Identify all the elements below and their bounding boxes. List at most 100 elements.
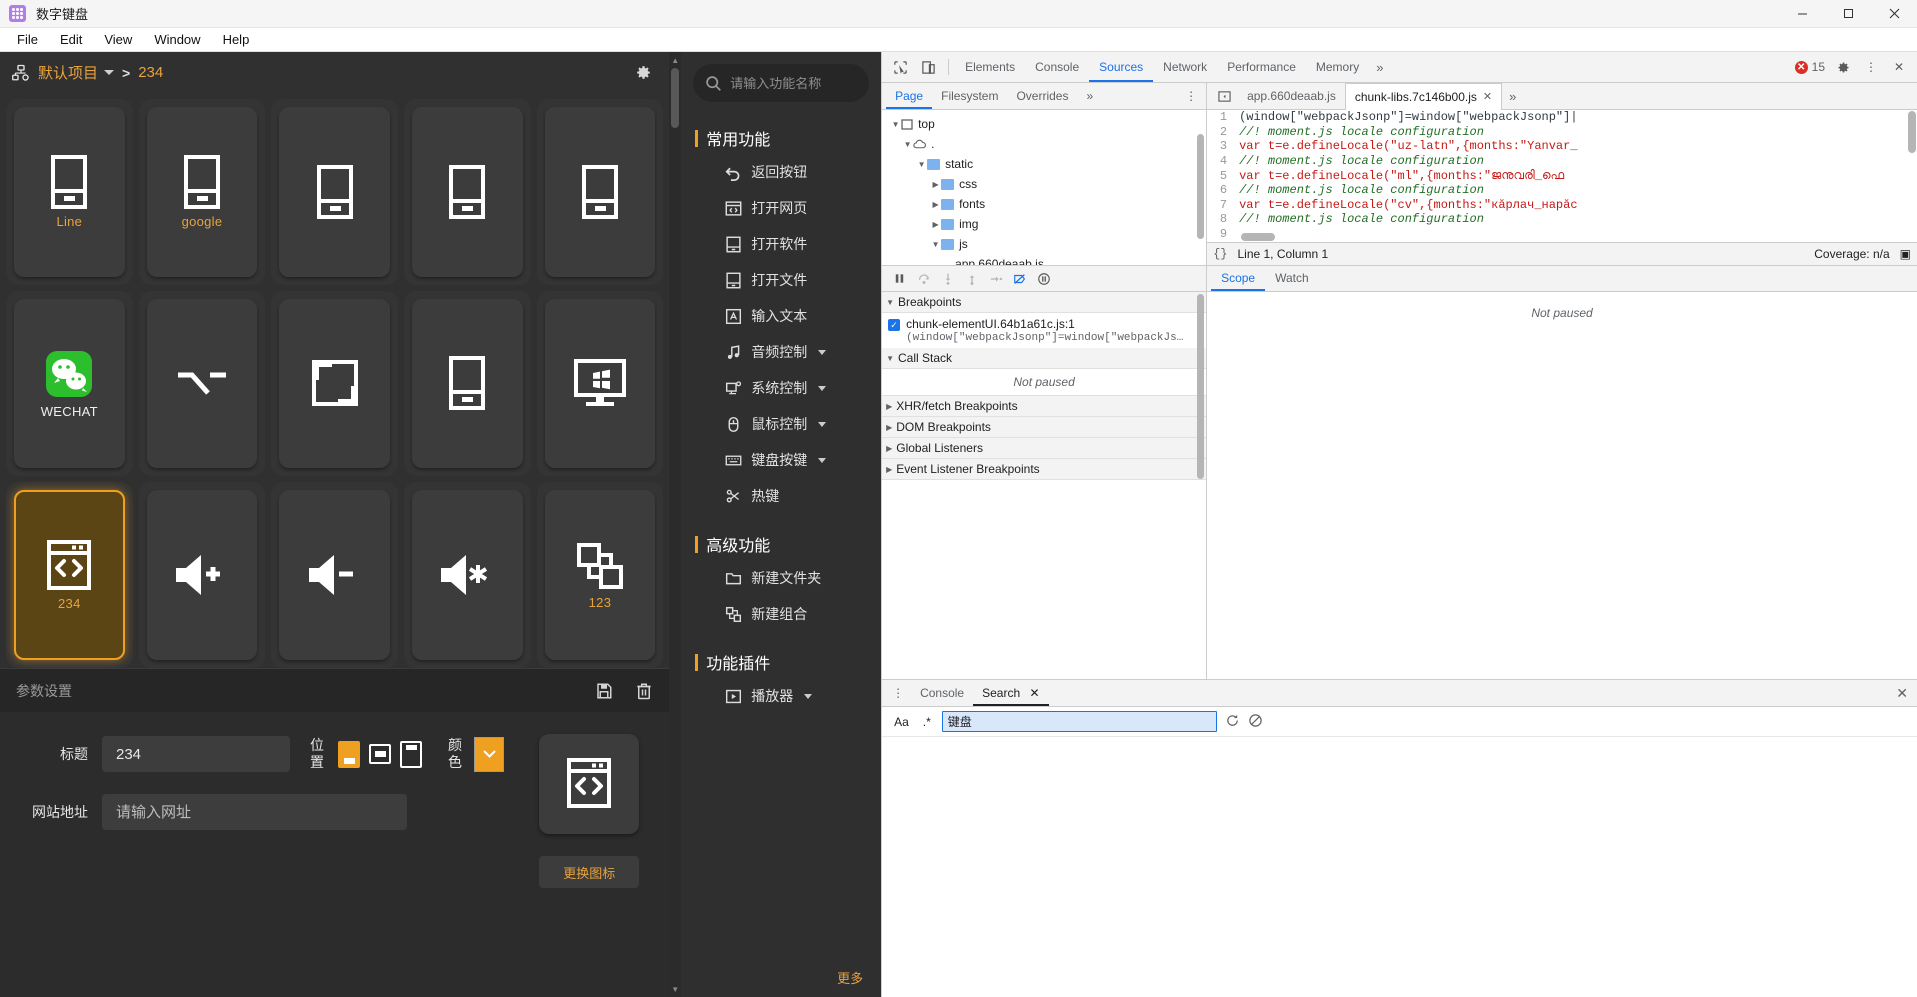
- scroll-down-arrow[interactable]: ▼: [671, 985, 679, 994]
- fn-keyboard-keys[interactable]: 键盘按键: [681, 442, 881, 478]
- fn-new-folder[interactable]: 新建文件夹: [681, 560, 881, 596]
- step-over-icon[interactable]: [913, 268, 934, 289]
- menu-help[interactable]: Help: [212, 29, 261, 51]
- title-input[interactable]: [102, 736, 290, 772]
- tree-node-static[interactable]: ▼ static: [882, 154, 1206, 174]
- expand-statusbar-icon[interactable]: ▣: [1900, 247, 1911, 261]
- key-volume-mute[interactable]: [411, 490, 523, 660]
- source-tab-app[interactable]: app.660deaab.js: [1238, 83, 1345, 109]
- tree-node-css[interactable]: ▶ css: [882, 174, 1206, 194]
- section-xhr-breakpoints[interactable]: ▶ XHR/fetch Breakpoints: [882, 396, 1207, 417]
- pause-on-exceptions-icon[interactable]: [1033, 268, 1054, 289]
- tab-memory[interactable]: Memory: [1306, 52, 1369, 82]
- color-swatch-button[interactable]: [474, 736, 504, 772]
- maximize-button[interactable]: [1825, 0, 1871, 28]
- subtabs-overflow-icon[interactable]: »: [1077, 83, 1102, 109]
- gear-icon[interactable]: [1829, 54, 1857, 80]
- chevron-down-icon[interactable]: [818, 421, 827, 427]
- position-option-middle[interactable]: [369, 744, 391, 764]
- close-icon[interactable]: ✕: [1029, 686, 1039, 700]
- code-vertical-scrollbar[interactable]: [1908, 111, 1916, 153]
- tree-arrow-icon[interactable]: ▼: [930, 240, 941, 249]
- fn-new-combination[interactable]: 新建组合: [681, 596, 881, 632]
- trash-icon[interactable]: [635, 682, 653, 700]
- key-resize-window[interactable]: [279, 298, 390, 469]
- tree-node-img[interactable]: ▶ img: [882, 214, 1206, 234]
- more-link[interactable]: 更多: [837, 968, 863, 987]
- fn-audio-control[interactable]: 音频控制: [681, 334, 881, 370]
- key-234-selected[interactable]: 234: [14, 490, 125, 660]
- tree-arrow-icon[interactable]: ▼: [890, 120, 901, 129]
- search-box[interactable]: [693, 64, 870, 102]
- match-case-toggle[interactable]: Aa: [891, 714, 912, 730]
- close-button[interactable]: [1871, 0, 1917, 28]
- gear-icon[interactable]: [634, 63, 653, 82]
- kebab-icon[interactable]: ⋮: [1857, 54, 1885, 80]
- inspect-icon[interactable]: [886, 54, 914, 80]
- navigator-kebab-icon[interactable]: ⋮: [1176, 83, 1206, 109]
- key-wechat[interactable]: WECHAT: [14, 298, 125, 469]
- tab-sources[interactable]: Sources: [1089, 52, 1154, 82]
- subtab-page[interactable]: Page: [886, 83, 933, 109]
- chevron-down-icon[interactable]: [818, 385, 827, 391]
- tab-elements[interactable]: Elements: [955, 52, 1025, 82]
- step-out-icon[interactable]: [961, 268, 982, 289]
- tree-node-origin[interactable]: ▼ .: [882, 134, 1206, 154]
- fn-back-button[interactable]: 返回按钮: [681, 154, 881, 190]
- subtab-overrides[interactable]: Overrides: [1007, 83, 1077, 109]
- scroll-up-arrow[interactable]: ▲: [671, 56, 679, 65]
- refresh-icon[interactable]: [1225, 713, 1240, 731]
- section-global-listeners[interactable]: ▶ Global Listeners: [882, 438, 1207, 459]
- fn-system-control[interactable]: 系统控制: [681, 370, 881, 406]
- drawer-tab-search[interactable]: Search ✕: [973, 680, 1049, 706]
- key-line[interactable]: Line: [14, 107, 125, 277]
- section-event-listener-breakpoints[interactable]: ▶ Event Listener Breakpoints: [882, 459, 1207, 480]
- panel-scrollbar[interactable]: ▲ ▼: [669, 52, 682, 997]
- subtab-filesystem[interactable]: Filesystem: [932, 83, 1007, 109]
- replace-icon-button[interactable]: 更换图标: [539, 856, 640, 888]
- pause-icon[interactable]: [889, 268, 910, 289]
- function-search-input[interactable]: [730, 75, 858, 91]
- chevron-down-icon[interactable]: [818, 457, 827, 463]
- tree-node-js[interactable]: ▼ js: [882, 234, 1206, 254]
- tree-arrow-icon[interactable]: ▼: [916, 160, 927, 169]
- key-empty-5[interactable]: [544, 107, 656, 277]
- drawer-kebab-icon[interactable]: ⋮: [886, 686, 911, 700]
- save-icon[interactable]: [595, 682, 613, 700]
- tree-node-app-js[interactable]: app.660deaab.js: [882, 254, 1206, 265]
- devtools-close-icon[interactable]: ✕: [1885, 54, 1913, 80]
- scope-tab-watch[interactable]: Watch: [1265, 266, 1319, 291]
- tree-node-top[interactable]: ▼ top: [882, 114, 1206, 134]
- breakpoint-checkbox[interactable]: ✓: [888, 319, 901, 331]
- key-empty-9[interactable]: [411, 298, 523, 469]
- section-call-stack[interactable]: ▼ Call Stack: [882, 348, 1207, 369]
- tab-network[interactable]: Network: [1153, 52, 1217, 82]
- position-option-top[interactable]: [400, 740, 422, 768]
- section-dom-breakpoints[interactable]: ▶ DOM Breakpoints: [882, 417, 1207, 438]
- regex-toggle[interactable]: .*: [920, 714, 934, 730]
- fn-mouse-control[interactable]: 鼠标控制: [681, 406, 881, 442]
- key-empty-3[interactable]: [279, 107, 390, 277]
- breakpoint-row[interactable]: ✓ chunk-elementUI.64b1a61c.js:1 (window[…: [882, 313, 1207, 348]
- fn-open-file[interactable]: 打开文件: [681, 262, 881, 298]
- section-breakpoints[interactable]: ▼ Breakpoints: [882, 292, 1207, 313]
- scope-tab-scope[interactable]: Scope: [1211, 266, 1266, 291]
- tree-arrow-icon[interactable]: ▶: [930, 180, 941, 189]
- breadcrumb-project[interactable]: 默认项目: [38, 62, 98, 83]
- tree-arrow-icon[interactable]: ▶: [930, 220, 941, 229]
- fn-hotkey[interactable]: 热键: [681, 478, 881, 514]
- file-tree-scrollbar[interactable]: [1197, 134, 1205, 239]
- close-icon[interactable]: ✕: [1483, 90, 1492, 103]
- menu-view[interactable]: View: [93, 29, 143, 51]
- minimize-button[interactable]: [1779, 0, 1825, 28]
- fn-open-software[interactable]: 打开软件: [681, 226, 881, 262]
- key-empty-4[interactable]: [411, 107, 523, 277]
- menu-window[interactable]: Window: [143, 29, 211, 51]
- key-google[interactable]: google: [146, 107, 258, 277]
- tree-node-fonts[interactable]: ▶ fonts: [882, 194, 1206, 214]
- drawer-search-input[interactable]: [941, 711, 1217, 732]
- clear-icon[interactable]: [1248, 713, 1263, 731]
- deactivate-breakpoints-icon[interactable]: [1009, 268, 1030, 289]
- key-option[interactable]: [146, 298, 258, 469]
- menu-edit[interactable]: Edit: [49, 29, 93, 51]
